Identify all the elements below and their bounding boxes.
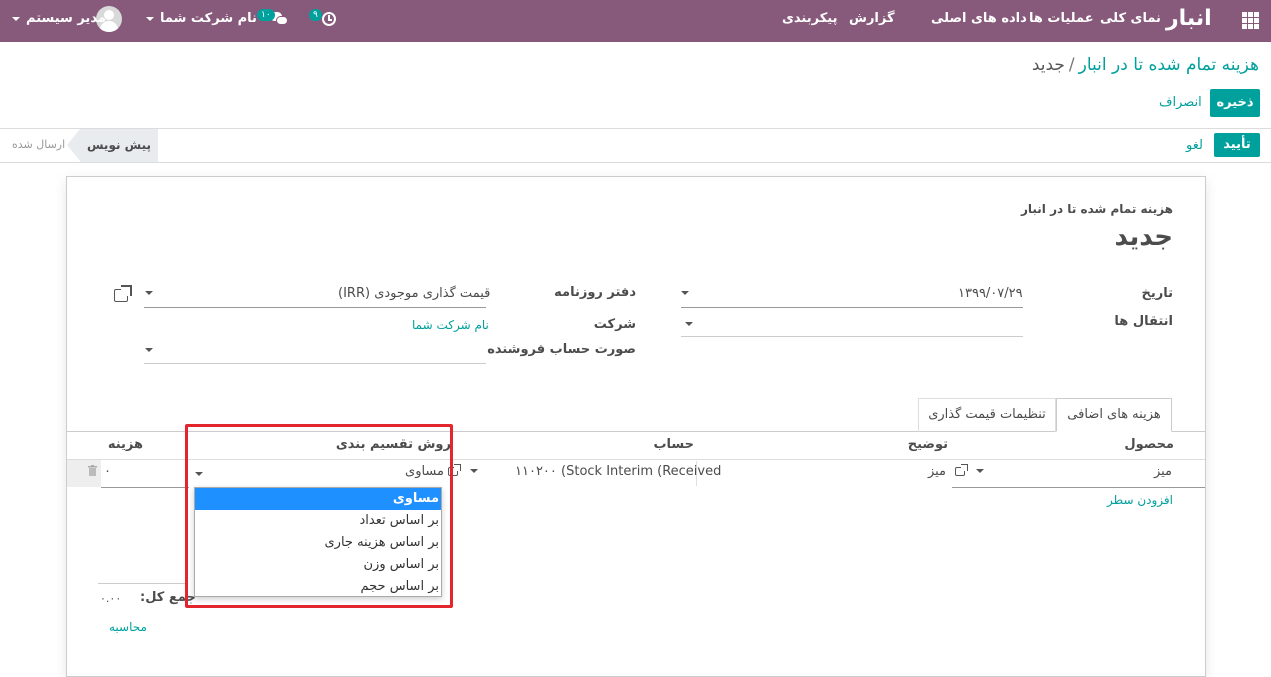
row-split-method[interactable]: مساوی — [405, 464, 444, 479]
activity-badge: ۹ — [309, 9, 322, 21]
tab-valuation-adjustments[interactable]: تنظیمات قیمت گذاری — [918, 398, 1056, 432]
journal-field[interactable] — [144, 307, 486, 308]
row-description[interactable]: میز — [928, 464, 946, 479]
company-name: نام شرکت شما — [160, 11, 257, 26]
transfers-label: انتقال ها — [1114, 314, 1173, 329]
total-label: جمع کل: — [140, 590, 196, 605]
chevron-down-icon[interactable] — [145, 291, 153, 295]
column-account[interactable]: حساب — [653, 437, 694, 452]
external-link-icon[interactable] — [114, 285, 132, 302]
discard-button[interactable]: انصراف — [1159, 95, 1202, 110]
apps-grid-icon[interactable] — [1242, 12, 1259, 29]
menu-configuration[interactable]: پیکربندی — [782, 11, 837, 26]
chevron-down-icon[interactable] — [976, 469, 984, 473]
form-subtitle: هزینه تمام شده تا در انبار — [1020, 202, 1173, 216]
chevron-down-icon[interactable] — [195, 472, 203, 476]
compute-link[interactable]: محاسبه — [109, 620, 147, 634]
breadcrumb: هزینه تمام شده تا در انبار/جدید — [1032, 55, 1259, 75]
total-divider — [98, 583, 188, 584]
company-switcher[interactable]: نام شرکت شما — [146, 11, 257, 26]
vendor-bill-label: صورت حساب فروشنده — [487, 342, 636, 357]
status-stage-draft: پیش نویس — [67, 129, 158, 162]
column-description[interactable]: توضیح — [908, 437, 948, 452]
dropdown-option[interactable]: بر اساس حجم — [195, 576, 441, 598]
form-title: جدید — [1114, 222, 1173, 252]
tab-additional-costs[interactable]: هزینه های اضافی — [1056, 398, 1172, 432]
menu-overview[interactable]: نمای کلی — [1100, 11, 1161, 26]
row-account[interactable]: ۱۱۰۲۰۰ (Stock Interim (Received — [515, 464, 721, 479]
total-value: ۰.۰۰ — [100, 592, 122, 605]
save-button[interactable]: ذخیره — [1210, 89, 1260, 117]
divider — [0, 128, 1271, 129]
confirm-button[interactable]: تأیید — [1214, 133, 1260, 157]
user-name: مدیر سیستم — [26, 11, 106, 26]
product-field[interactable] — [952, 487, 1205, 488]
date-field[interactable] — [681, 307, 1023, 308]
messages-badge: ۱۰ — [257, 9, 275, 21]
header-divider — [67, 459, 1205, 460]
breadcrumb-parent[interactable]: هزینه تمام شده تا در انبار — [1079, 55, 1259, 75]
breadcrumb-current: جدید — [1031, 55, 1065, 75]
cancel-button[interactable]: لغو — [1186, 138, 1203, 153]
menu-operations[interactable]: عملیات ها — [1029, 11, 1094, 26]
chevron-down-icon[interactable] — [681, 291, 689, 295]
row-product[interactable]: میز — [1154, 464, 1172, 479]
top-navbar: انبار نمای کلی عملیات ها داده های اصلی گ… — [0, 0, 1271, 42]
user-menu[interactable]: مدیر سیستم — [12, 11, 106, 26]
date-value[interactable]: ۱۳۹۹/۰۷/۲۹ — [958, 286, 1023, 301]
dropdown-option[interactable]: بر اساس هزینه جاری — [195, 532, 441, 554]
transfers-field[interactable] — [681, 336, 1023, 337]
status-stage-sent: ارسال شده — [12, 138, 66, 151]
menu-master-data[interactable]: داده های اصلی — [931, 11, 1027, 26]
cost-field[interactable] — [101, 487, 189, 488]
row-cost[interactable]: ۰ — [104, 464, 111, 479]
column-cost[interactable]: هزینه — [108, 437, 143, 452]
dropdown-option[interactable]: بر اساس تعداد — [195, 510, 441, 532]
activity-clock-icon[interactable] — [322, 12, 336, 26]
company-label: شرکت — [593, 317, 636, 332]
journal-value[interactable]: قیمت گذاری موجودی (IRR) — [338, 286, 490, 301]
vendor-bill-field[interactable] — [144, 363, 486, 364]
breadcrumb-separator: / — [1068, 55, 1075, 75]
app-title[interactable]: انبار — [1166, 6, 1212, 31]
chevron-down-icon — [146, 16, 154, 21]
column-split-method[interactable]: روش تقسیم بندی — [336, 437, 451, 452]
divider — [0, 162, 1271, 163]
external-link-icon[interactable] — [448, 464, 461, 476]
external-link-icon[interactable] — [955, 464, 968, 476]
trash-icon[interactable] — [88, 465, 97, 476]
menu-reporting[interactable]: گزارش — [849, 11, 895, 26]
chevron-down-icon[interactable] — [470, 469, 478, 473]
split-method-dropdown: مساوی بر اساس تعداد بر اساس هزینه جاری ب… — [194, 487, 442, 597]
date-label: تاریخ — [1141, 286, 1174, 301]
chevron-down-icon[interactable] — [685, 322, 693, 326]
column-product[interactable]: محصول — [1124, 437, 1174, 452]
chevron-down-icon — [12, 16, 20, 21]
chevron-down-icon[interactable] — [145, 348, 153, 352]
add-line-link[interactable]: افزودن سطر — [1107, 493, 1173, 507]
journal-label: دفتر روزنامه — [554, 285, 636, 300]
dropdown-option[interactable]: بر اساس وزن — [195, 554, 441, 576]
dropdown-option[interactable]: مساوی — [195, 488, 441, 510]
company-link[interactable]: نام شرکت شما — [412, 318, 489, 332]
